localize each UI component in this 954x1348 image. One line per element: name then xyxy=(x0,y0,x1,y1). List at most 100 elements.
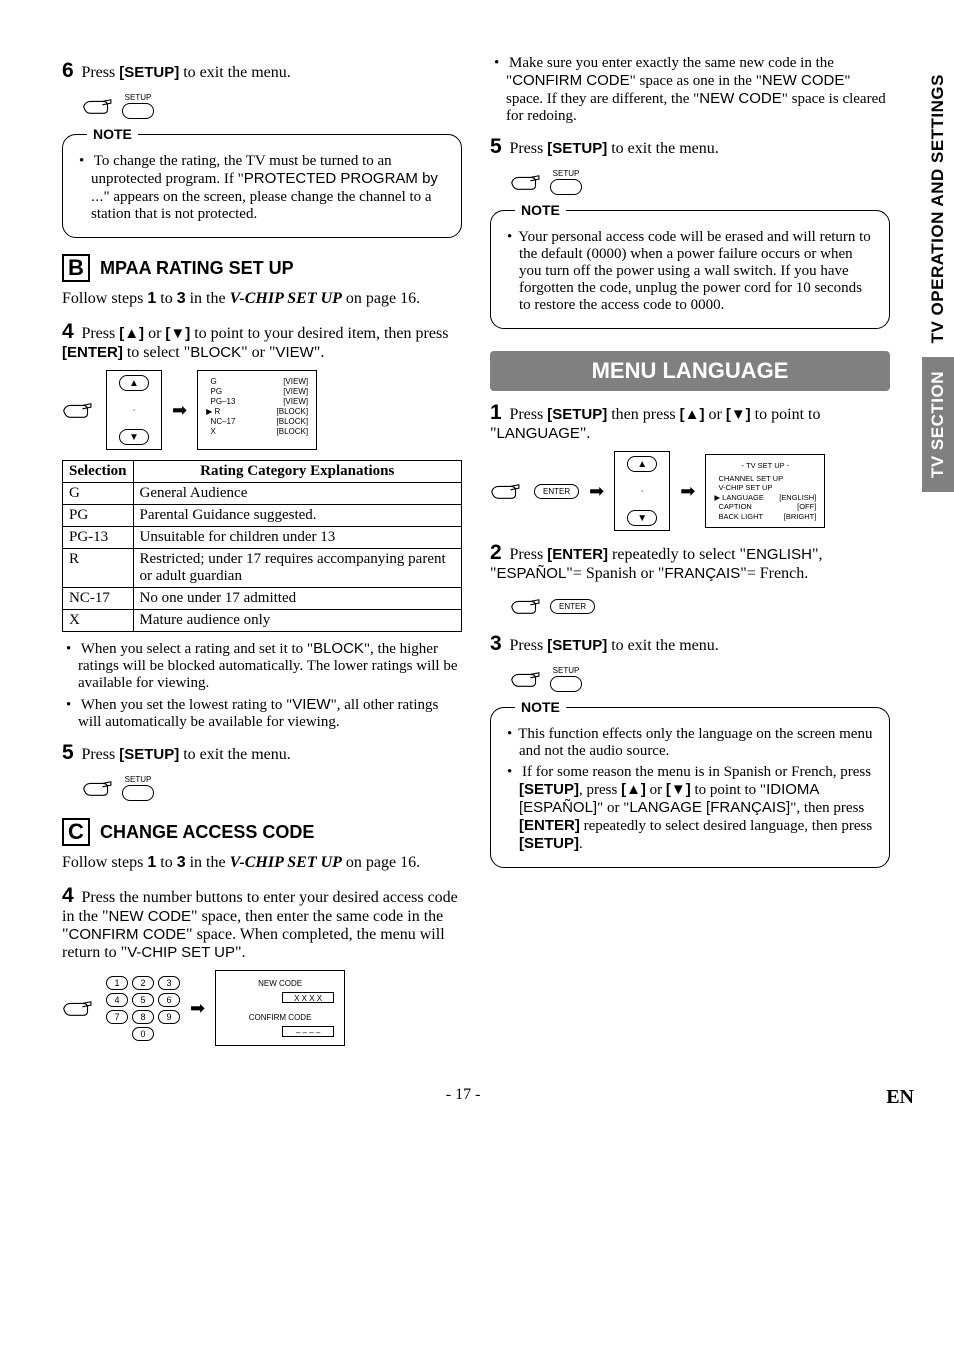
table-row: RRestricted; under 17 requires accompany… xyxy=(63,549,462,588)
mpaa-notes: When you select a rating and set it to "… xyxy=(62,640,462,731)
left-column: 6 Press [SETUP] to exit the menu. SETUP … xyxy=(62,55,462,1056)
note-lines: To change the rating, the TV must be tur… xyxy=(75,153,449,223)
confirm-code-label: CONFIRM CODE xyxy=(226,1013,334,1022)
down-arrow-icon: ▼ xyxy=(119,429,149,445)
key-setup: [SETUP] xyxy=(119,64,179,81)
hand-pointing-icon xyxy=(490,476,524,507)
confirm-code-note: Make sure you enter exactly the same new… xyxy=(490,55,890,125)
osd-row: X[BLOCK] xyxy=(206,427,308,437)
step-2-lang: 2 Press [ENTER] repeatedly to select "EN… xyxy=(490,541,890,583)
follow-steps-b: Follow steps 1 to 3 in the V-CHIP SET UP… xyxy=(62,290,462,308)
note-line: To change the rating, the TV must be tur… xyxy=(79,153,449,223)
note-box-language: NOTE This function effects only the lang… xyxy=(490,707,890,868)
note-line: If for some reason the menu is in Spanis… xyxy=(507,764,877,853)
page-footer: - 17 - EN xyxy=(0,1076,954,1129)
side-tabs: TV OPERATION AND SETTINGS TV SECTION xyxy=(922,60,954,492)
note-box-protected: NOTE To change the rating, the TV must b… xyxy=(62,134,462,238)
table-row: XMature audience only xyxy=(63,610,462,632)
hand-pointing-icon xyxy=(510,591,544,622)
tab-tv-operation: TV OPERATION AND SETTINGS xyxy=(922,60,954,357)
section-title: MPAA RATING SET UP xyxy=(100,258,294,279)
arrow-right-icon: ➡ xyxy=(172,400,187,421)
table-row: GGeneral Audience xyxy=(63,483,462,505)
section-letter: C xyxy=(62,818,90,846)
keypad-key: 4 xyxy=(106,993,128,1007)
oval-button-icon xyxy=(122,103,154,119)
keypad-key: 1 xyxy=(106,976,128,990)
table-row: PG-13Unsuitable for children under 13 xyxy=(63,527,462,549)
keypad-key: 0 xyxy=(132,1027,154,1041)
step-number: 6 xyxy=(62,59,74,82)
up-arrow-icon: ▲ xyxy=(627,456,657,472)
step-text-lead: Press xyxy=(81,64,119,81)
osd-row: NC–17[BLOCK] xyxy=(206,417,308,427)
step-1-lang: 1 Press [SETUP] then press [▲] or [▼] to… xyxy=(490,401,890,443)
enter-button-icon: ENTER xyxy=(550,599,595,614)
osd-row: CAPTION[OFF] xyxy=(714,502,816,511)
note-line: Your personal access code will be erased… xyxy=(507,229,877,314)
keypad-key: 2 xyxy=(132,976,154,990)
setup-button-label: SETUP xyxy=(122,94,154,102)
arrow-right-icon: ➡ xyxy=(680,481,695,502)
banner-menu-language: MENU LANGUAGE xyxy=(490,351,890,391)
section-b-head: B MPAA RATING SET UP xyxy=(62,254,462,282)
remote-setup-row: SETUP xyxy=(82,91,462,122)
setup-button-graphic: SETUP xyxy=(122,776,154,801)
enter-button-icon: ENTER xyxy=(534,484,579,499)
list-item: When you select a rating and set it to "… xyxy=(66,640,462,692)
remote-setup-row: SETUP xyxy=(510,167,890,198)
osd-row: CHANNEL SET UP xyxy=(714,474,816,483)
keypad-key: 3 xyxy=(158,976,180,990)
page-number: - 17 - xyxy=(446,1086,481,1109)
table-row: PGParental Guidance suggested. xyxy=(63,505,462,527)
setup-button-graphic: SETUP xyxy=(550,667,582,692)
step-3-lang: 3 Press [SETUP] to exit the menu. xyxy=(490,632,890,656)
diagram-code: 1234567890 ➡ NEW CODE X X X X CONFIRM CO… xyxy=(62,970,462,1046)
step-4-code: 4 Press the number buttons to enter your… xyxy=(62,884,462,962)
step-5-mpaa: 5 Press [SETUP] to exit the menu. xyxy=(62,741,462,765)
hand-pointing-icon xyxy=(82,91,116,122)
step-text-tail: to exit the menu. xyxy=(179,64,291,81)
note-box-access-code: NOTE Your personal access code will be e… xyxy=(490,210,890,329)
down-arrow-icon: ▼ xyxy=(627,510,657,526)
hand-pointing-icon xyxy=(510,167,544,198)
osd-row: ▶ LANGUAGE[ENGLISH] xyxy=(714,493,816,502)
confirm-code-field: – – – – xyxy=(282,1026,334,1037)
oval-button-icon xyxy=(122,785,154,801)
osd-title: - TV SET UP - xyxy=(714,461,816,470)
keypad-key: 5 xyxy=(132,993,154,1007)
up-arrow-icon: ▲ xyxy=(119,375,149,391)
diagram-mpaa: ▲ · ▼ ➡ G[VIEW] PG[VIEW] PG–13[VIEW]▶ R[… xyxy=(62,370,462,450)
table-header-selection: Selection xyxy=(63,461,134,483)
ratings-table: Selection Rating Category Explanations G… xyxy=(62,460,462,632)
note-line: This function effects only the language … xyxy=(507,726,877,760)
osd-tv-setup: - TV SET UP - CHANNEL SET UP V-CHIP SET … xyxy=(705,454,825,528)
keypad-key: 6 xyxy=(158,993,180,1007)
hand-pointing-icon xyxy=(62,993,96,1024)
oval-button-icon xyxy=(550,179,582,195)
osd-row: G[VIEW] xyxy=(206,377,308,387)
table-row: NC-17No one under 17 admitted xyxy=(63,588,462,610)
step-4-mpaa: 4 Press [▲] or [▼] to point to your desi… xyxy=(62,320,462,362)
remote-setup-row: SETUP xyxy=(510,664,890,695)
osd-row: PG[VIEW] xyxy=(206,387,308,397)
arrow-right-icon: ➡ xyxy=(589,481,604,502)
remote-enter-row: ENTER xyxy=(510,591,890,622)
hand-pointing-icon xyxy=(510,664,544,695)
osd-row: V-CHIP SET UP xyxy=(714,483,816,492)
new-code-label: NEW CODE xyxy=(226,979,334,988)
keypad-key: 8 xyxy=(132,1010,154,1024)
dpad-icon: ▲ · ▼ xyxy=(614,451,670,531)
right-column: Make sure you enter exactly the same new… xyxy=(490,55,890,1056)
osd-mpaa: G[VIEW] PG[VIEW] PG–13[VIEW]▶ R[BLOCK] N… xyxy=(197,370,317,450)
step-6: 6 Press [SETUP] to exit the menu. xyxy=(62,59,462,83)
note-title: NOTE xyxy=(87,126,138,142)
page-lang: EN xyxy=(886,1086,914,1109)
arrow-right-icon: ➡ xyxy=(190,998,205,1019)
section-c-head: C CHANGE ACCESS CODE xyxy=(62,818,462,846)
keypad-key: 7 xyxy=(106,1010,128,1024)
oval-button-icon xyxy=(550,676,582,692)
osd-code: NEW CODE X X X X CONFIRM CODE – – – – xyxy=(215,970,345,1046)
section-letter: B xyxy=(62,254,90,282)
tab-tv-section: TV SECTION xyxy=(922,357,954,492)
